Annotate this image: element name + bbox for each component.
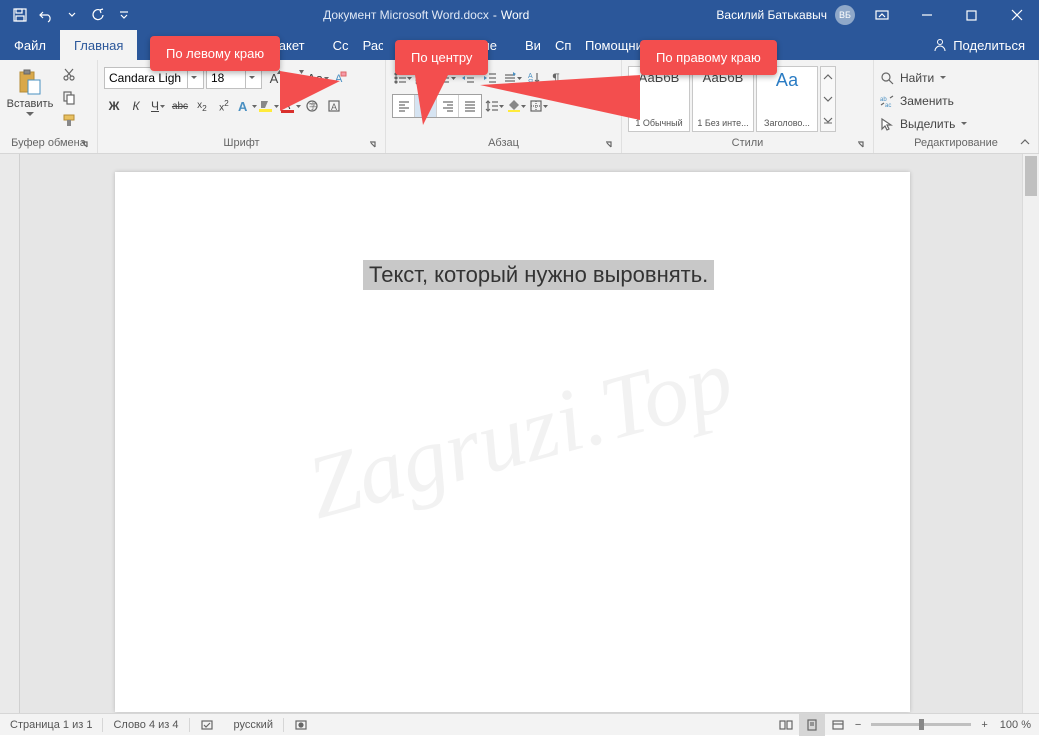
align-left-button[interactable] — [393, 95, 415, 117]
status-language[interactable]: русский — [224, 714, 283, 735]
callout-align-left: По левому краю — [150, 36, 280, 71]
svg-text:ac: ac — [885, 103, 891, 109]
selected-text[interactable]: Текст, который нужно выровнять. — [363, 260, 714, 290]
avatar: ВБ — [835, 5, 855, 25]
qat-dropdown[interactable] — [60, 3, 84, 27]
superscript-button[interactable]: x2 — [214, 95, 234, 117]
zoom-slider[interactable] — [871, 723, 971, 726]
paragraph-launcher[interactable] — [603, 139, 615, 151]
window-title: Документ Microsoft Word.docx - Word — [136, 8, 716, 22]
find-button[interactable]: Найти — [880, 68, 967, 88]
view-read-mode[interactable] — [773, 714, 799, 736]
zoom-percent[interactable]: 100 % — [992, 719, 1039, 731]
callout-align-right: По правому краю — [640, 40, 777, 75]
subscript-button[interactable]: x2 — [192, 95, 212, 117]
document-name: Документ Microsoft Word.docx — [323, 8, 489, 22]
align-justify-button[interactable] — [459, 95, 481, 117]
save-button[interactable] — [8, 3, 32, 27]
group-font: Candara Ligh 18 A A Aa A Ж К Ч abc x2 x2… — [98, 60, 386, 153]
maximize-button[interactable] — [949, 0, 994, 30]
tab-references[interactable]: Ссылки — [319, 30, 349, 60]
group-editing: Найти abacЗаменить Выделить Редактирован… — [874, 60, 1039, 153]
font-launcher[interactable] — [367, 139, 379, 151]
status-words[interactable]: Слово 4 из 4 — [103, 714, 188, 735]
vertical-scrollbar[interactable] — [1022, 154, 1039, 713]
app-name: Word — [501, 8, 529, 22]
tab-home[interactable]: Главная — [60, 30, 137, 60]
callout-align-center: По центру — [395, 40, 488, 75]
account-area[interactable]: Василий Батькавыч ВБ — [716, 5, 859, 25]
qat-customize[interactable] — [112, 3, 136, 27]
italic-button[interactable]: К — [126, 95, 146, 117]
replace-button[interactable]: abacЗаменить — [880, 91, 967, 111]
page[interactable]: Текст, который нужно выровнять. — [115, 172, 910, 712]
underline-button[interactable]: Ч — [148, 95, 168, 117]
text-effects-button[interactable]: A — [236, 95, 256, 117]
scrollbar-thumb[interactable] — [1025, 156, 1037, 196]
tab-file[interactable]: Файл — [0, 30, 60, 60]
zoom-in-button[interactable]: + — [977, 714, 991, 735]
zoom-out-button[interactable]: − — [851, 714, 865, 735]
title-bar: Документ Microsoft Word.docx - Word Васи… — [0, 0, 1039, 30]
redo-button[interactable] — [86, 3, 110, 27]
status-bar: Страница 1 из 1 Слово 4 из 4 русский − +… — [0, 713, 1039, 735]
group-clipboard: Вставить Буфер обмена — [0, 60, 98, 153]
collapse-ribbon-button[interactable] — [1019, 135, 1033, 149]
ribbon-display-options[interactable] — [859, 0, 904, 30]
tab-mailings[interactable]: Рассылки — [349, 30, 383, 60]
svg-text:A: A — [238, 99, 248, 114]
close-button[interactable] — [994, 0, 1039, 30]
style-heading1[interactable]: АаЗаголово... — [756, 66, 818, 132]
status-macro[interactable] — [284, 714, 318, 735]
undo-button[interactable] — [34, 3, 58, 27]
vertical-ruler[interactable] — [0, 154, 20, 713]
view-print-layout[interactable] — [799, 714, 825, 736]
quick-access-toolbar — [0, 3, 136, 27]
user-name: Василий Батькавыч — [716, 8, 827, 22]
strikethrough-button[interactable]: abc — [170, 95, 190, 117]
bold-button[interactable]: Ж — [104, 95, 124, 117]
share-button[interactable]: Поделиться — [919, 30, 1039, 60]
view-web-layout[interactable] — [825, 714, 851, 736]
minimize-button[interactable] — [904, 0, 949, 30]
styles-launcher[interactable] — [855, 139, 867, 151]
document-area: Текст, который нужно выровнять. Zagruzi.… — [0, 154, 1039, 713]
status-proofing[interactable] — [190, 714, 224, 735]
highlight-button[interactable] — [258, 95, 278, 117]
format-painter-button[interactable] — [58, 110, 80, 130]
status-page[interactable]: Страница 1 из 1 — [0, 714, 102, 735]
paste-button[interactable]: Вставить — [6, 64, 54, 116]
clipboard-launcher[interactable] — [79, 139, 91, 151]
styles-gallery-more[interactable] — [820, 66, 836, 132]
copy-button[interactable] — [58, 87, 80, 107]
style-no-spacing[interactable]: АаБбВ1 Без инте... — [692, 66, 754, 132]
cut-button[interactable] — [58, 64, 80, 84]
select-button[interactable]: Выделить — [880, 114, 967, 134]
tab-view[interactable]: Вид — [511, 30, 541, 60]
tab-help[interactable]: Справка — [541, 30, 571, 60]
